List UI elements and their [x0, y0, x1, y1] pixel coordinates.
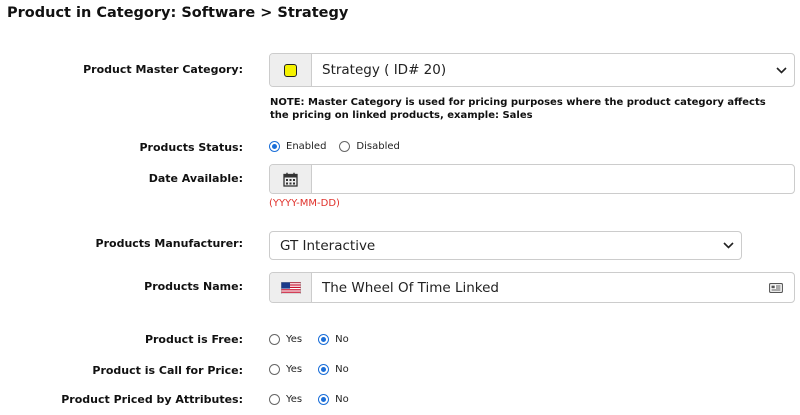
yellow-swatch-icon — [284, 63, 297, 77]
priced-by-attributes-radio-group: Yes No — [269, 394, 349, 405]
attributes-yes-radio[interactable] — [269, 394, 280, 405]
attributes-yes-option[interactable]: Yes — [269, 394, 302, 405]
date-available-label: Date Available: — [148, 172, 243, 185]
chevron-down-icon — [768, 54, 794, 86]
call-for-price-radio-group: Yes No — [269, 364, 349, 375]
calendar-addon[interactable] — [270, 165, 312, 193]
products-name-label: Products Name: — [144, 280, 243, 293]
attributes-no-option[interactable]: No — [318, 394, 349, 405]
category-color-addon — [270, 54, 312, 86]
status-disabled-option[interactable]: Disabled — [339, 141, 400, 152]
free-yes-option[interactable]: Yes — [269, 334, 302, 345]
status-disabled-text: Disabled — [356, 141, 400, 152]
attributes-no-radio[interactable] — [318, 394, 330, 405]
call-yes-option[interactable]: Yes — [269, 364, 302, 375]
us-flag-icon — [280, 281, 301, 294]
call-no-text: No — [335, 364, 349, 375]
status-enabled-text: Enabled — [286, 141, 327, 152]
free-no-radio[interactable] — [318, 334, 330, 345]
call-for-price-label: Product is Call for Price: — [92, 364, 243, 377]
call-no-option[interactable]: No — [318, 364, 349, 375]
master-category-select[interactable]: Strategy ( ID# 20) — [269, 53, 795, 87]
date-format-hint: (YYYY-MM-DD) — [269, 198, 340, 209]
products-name-field[interactable]: The Wheel Of Time Linked — [269, 272, 795, 303]
calendar-icon — [283, 172, 298, 187]
call-yes-radio[interactable] — [269, 364, 280, 375]
date-available-input[interactable] — [312, 165, 794, 193]
attributes-yes-text: Yes — [286, 394, 303, 405]
call-yes-text: Yes — [286, 364, 303, 375]
status-disabled-radio[interactable] — [339, 141, 351, 152]
products-status-label: Products Status: — [139, 141, 243, 154]
master-category-label: Product Master Category: — [83, 63, 243, 76]
free-no-text: No — [335, 334, 349, 345]
status-enabled-radio[interactable] — [269, 141, 280, 152]
free-yes-text: Yes — [286, 334, 303, 345]
call-no-radio[interactable] — [318, 364, 330, 375]
free-no-option[interactable]: No — [318, 334, 349, 345]
status-enabled-option[interactable]: Enabled — [269, 141, 326, 152]
language-flag-addon — [270, 273, 312, 302]
page-title: Product in Category: Software > Strategy — [7, 5, 349, 21]
manufacturer-value: GT Interactive — [280, 237, 376, 254]
manufacturer-select[interactable]: GT Interactive — [269, 231, 742, 260]
free-yes-radio[interactable] — [269, 334, 280, 345]
date-available-field[interactable] — [269, 164, 795, 194]
products-name-input[interactable]: The Wheel Of Time Linked — [312, 273, 758, 302]
master-category-value: Strategy ( ID# 20) — [322, 62, 447, 78]
products-status-radio-group: Enabled Disabled — [269, 141, 400, 152]
manufacturer-label: Products Manufacturer: — [95, 237, 243, 250]
product-free-radio-group: Yes No — [269, 334, 349, 345]
chevron-down-icon — [715, 232, 741, 259]
card-icon — [758, 273, 794, 302]
attributes-no-text: No — [335, 394, 349, 405]
product-free-label: Product is Free: — [144, 333, 243, 346]
master-category-note: NOTE: Master Category is used for pricin… — [270, 97, 766, 121]
priced-by-attributes-label: Product Priced by Attributes: — [61, 393, 243, 406]
